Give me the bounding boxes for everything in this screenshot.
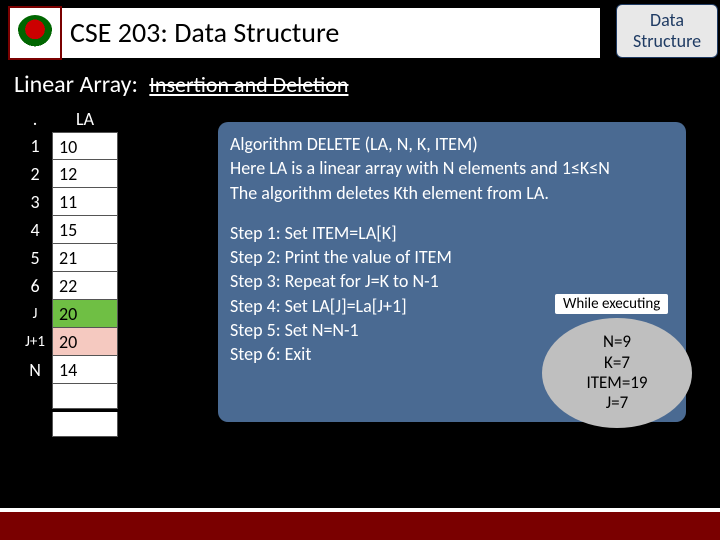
note-badge: While executing [555,294,668,314]
table-row: 415 [18,216,118,244]
table-row: 110 [18,132,118,160]
algorithm-step: Step 1: Set ITEM=LA[K] [230,221,674,245]
header-bar: CSE 203: Data Structure [8,8,720,58]
var-line: J=7 [606,393,629,413]
algorithm-step: Step 3: Repeat for J=K to N-1 [230,269,674,293]
array-index: J+1 [18,328,52,356]
array-index: N [18,356,52,384]
array-cell: 11 [52,188,118,216]
array-cell: 22 [52,272,118,300]
array-cell: 15 [52,216,118,244]
array-header-value: LA [52,108,118,130]
var-line: N=9 [603,332,631,352]
array-header-index: . [18,108,52,130]
footer-stripe [0,512,720,540]
table-row: J20 [18,300,118,328]
table-row: 311 [18,188,118,216]
subheader-topic: Insertion and Deletion [149,71,348,98]
array-index: 6 [18,272,52,300]
subheader: Linear Array: Insertion and Deletion [14,70,348,99]
array-index: 4 [18,216,52,244]
array-index: J [18,300,52,328]
table-row: 521 [18,244,118,272]
algorithm-desc: The algorithm deletes Kth element from L… [230,181,674,205]
table-row: N14 [18,356,118,384]
var-line: ITEM=19 [586,373,647,393]
algorithm-step: Step 2: Print the value of ITEM [230,245,674,269]
table-row: J+120 [18,328,118,356]
array-cell: 20 [52,300,118,328]
algorithm-box: Algorithm DELETE (LA, N, K, ITEM) Here L… [218,122,686,422]
table-row: 622 [18,272,118,300]
array-panel: . LA 110212311415521622J20J+120N14 [18,108,118,440]
array-cell: 12 [52,160,118,188]
array-cell-empty [52,384,118,409]
array-cell-empty [52,412,118,437]
subheader-label: Linear Array: [14,70,138,99]
array-index: 1 [18,132,52,160]
topic-badge: Data Structure [616,4,718,58]
university-logo [8,6,62,60]
array-index: 5 [18,244,52,272]
array-index: 2 [18,160,52,188]
algorithm-title: Algorithm DELETE (LA, N, K, ITEM) [230,132,674,156]
array-cell: 21 [52,244,118,272]
algorithm-desc: Here LA is a linear array with N element… [230,156,674,180]
array-cell: 10 [52,132,118,160]
var-line: K=7 [604,353,630,373]
table-row: 212 [18,160,118,188]
algorithm-step: Step 4: Set LA[J]=La[J+1]While executing [230,294,674,318]
array-cell: 20 [52,328,118,356]
array-cell: 14 [52,356,118,384]
course-title: CSE 203: Data Structure [62,8,600,58]
array-index: 3 [18,188,52,216]
vars-bubble: N=9 K=7 ITEM=19 J=7 [542,318,692,428]
